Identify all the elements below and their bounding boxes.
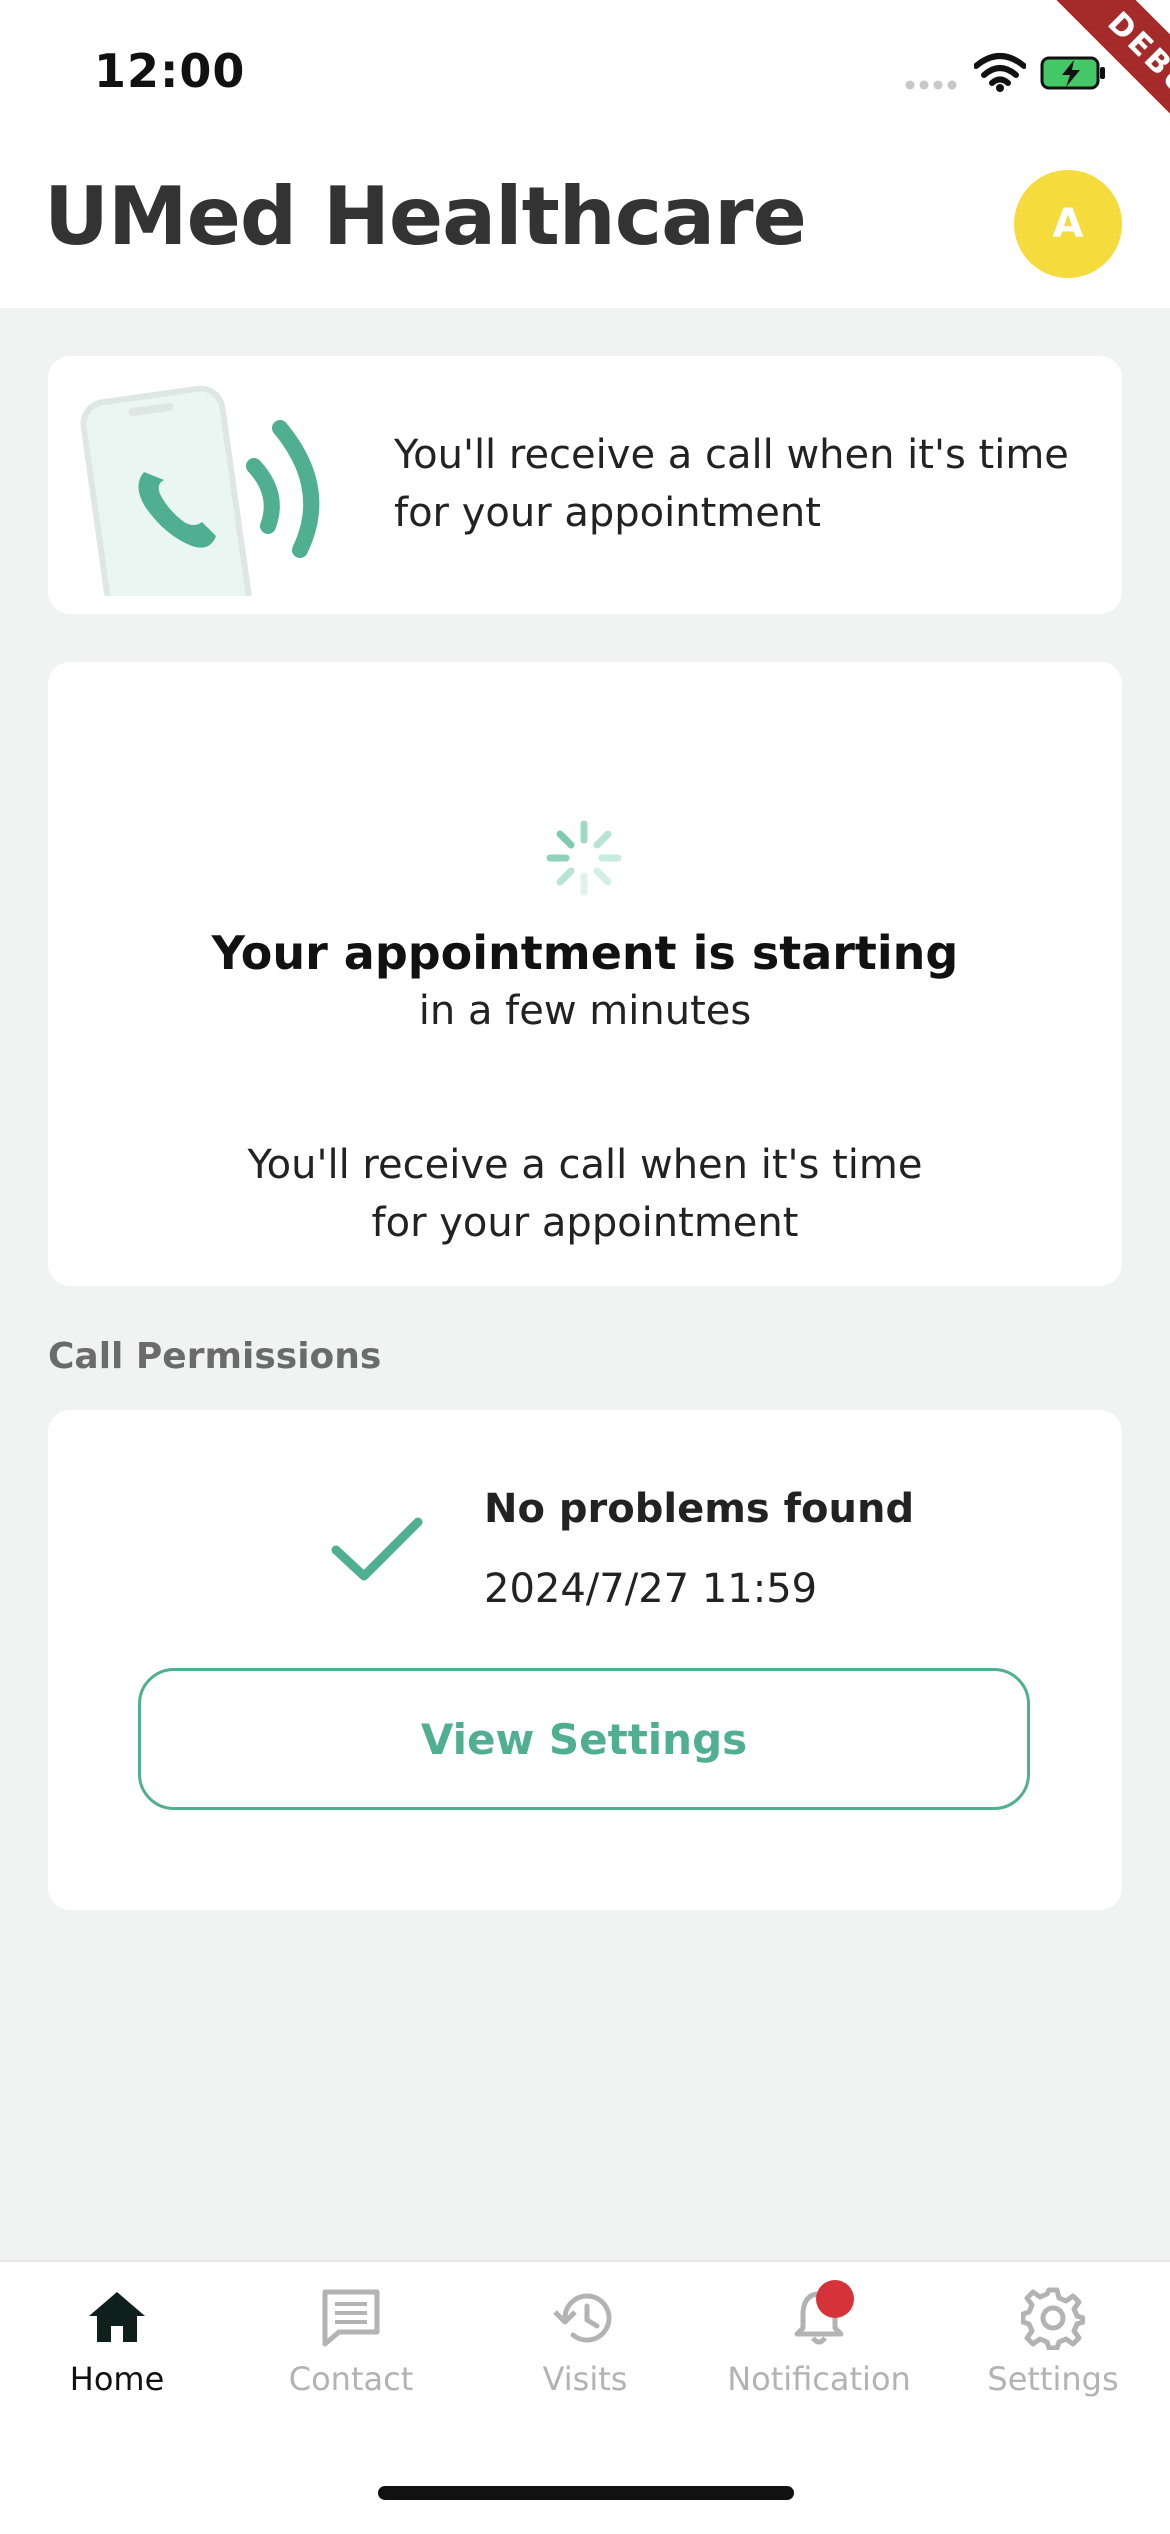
loading-spinner-icon [546,820,622,896]
nav-label-settings: Settings [987,2360,1119,2398]
permission-checked-time: 2024/7/27 11:59 [484,1566,818,1612]
view-settings-button[interactable]: View Settings [138,1668,1030,1810]
nav-label-contact: Contact [288,2360,414,2398]
checkmark-icon [331,1517,423,1581]
nav-item-home[interactable]: Home [0,2286,234,2406]
nav-item-settings[interactable]: Settings [936,2286,1170,2406]
appointment-title: Your appointment is starting [211,926,959,980]
gear-icon [1021,2287,1085,2350]
home-icon [89,2292,145,2342]
call-notice-text: You'll receive a call when it's time for… [394,432,1069,536]
nav-label-visits: Visits [542,2360,628,2398]
permission-status: No problems found [484,1486,915,1532]
history-icon [553,2293,612,2343]
section-label-call-permissions: Call Permissions [48,1336,382,1377]
home-indicator [378,2486,794,2500]
debug-ribbon: DEBUG [1034,0,1170,190]
appointment-note: You'll receive a call when it's time for… [247,1142,923,1246]
nav-label-home: Home [69,2360,165,2398]
call-permissions-card [48,1410,1122,1910]
chat-icon [322,2289,380,2347]
notification-badge [816,2280,854,2318]
appointment-subtitle: in a few minutes [418,988,752,1034]
nav-label-notification: Notification [727,2360,911,2398]
phone-ringing-illustration [80,385,320,596]
debug-ribbon-container: DEBUG [0,0,1170,308]
nav-item-contact[interactable]: Contact [234,2286,468,2406]
nav-item-visits[interactable]: Visits [468,2286,702,2406]
